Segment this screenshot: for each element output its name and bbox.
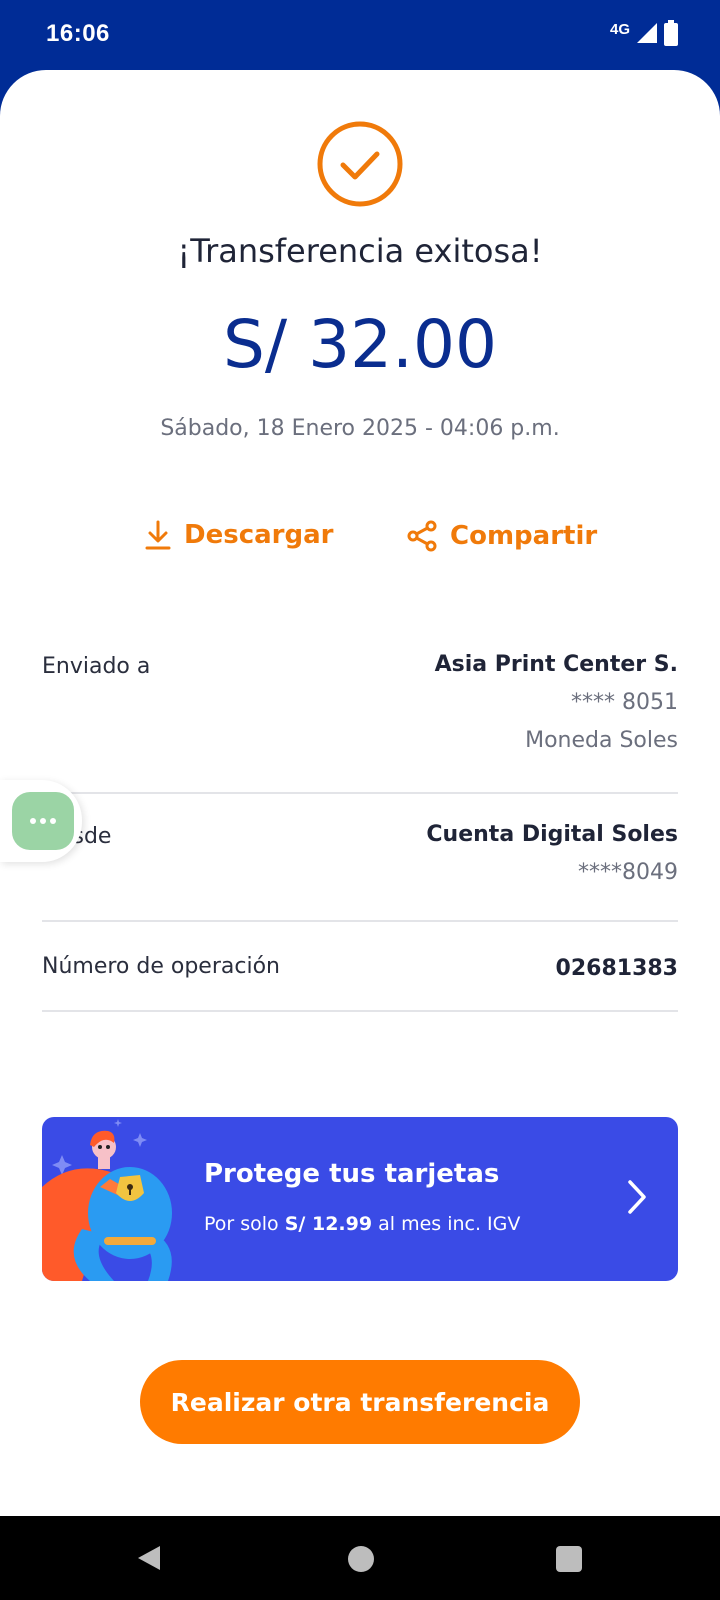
signal-icon xyxy=(637,23,657,43)
network-type: 4G xyxy=(609,20,630,38)
source-account-name: Cuenta Digital Soles xyxy=(426,822,678,847)
promo-banner[interactable]: Protege tus tarjetas Por solo S/ 12.99 a… xyxy=(42,1117,678,1281)
sent-to-row: Enviado a Asia Print Center S. **** 8051… xyxy=(42,652,678,774)
status-icons: 4G xyxy=(610,20,678,46)
system-navigation-bar xyxy=(0,1516,720,1600)
success-check-icon xyxy=(317,121,403,207)
share-button[interactable]: Compartir xyxy=(406,520,597,552)
download-label: Descargar xyxy=(184,520,334,550)
status-bar: 16:06 4G xyxy=(0,0,720,72)
promo-sub-prefix: Por solo xyxy=(204,1213,285,1235)
from-values: Cuenta Digital Soles ****8049 xyxy=(426,816,678,892)
operation-values: 02681383 xyxy=(556,954,678,984)
floating-menu-button[interactable] xyxy=(0,780,82,862)
source-account-number: ****8049 xyxy=(578,860,678,885)
recipient-name: Asia Print Center S. xyxy=(434,652,678,677)
operation-label: Número de operación xyxy=(42,954,280,979)
promo-price: S/ 12.99 xyxy=(284,1213,373,1235)
transfer-date: Sábado, 18 Enero 2025 - 04:06 p.m. xyxy=(160,416,560,441)
divider xyxy=(42,792,678,794)
divider xyxy=(42,920,678,922)
promo-title: Protege tus tarjetas xyxy=(204,1159,500,1189)
battery-icon xyxy=(664,20,678,46)
superhero-illustration xyxy=(42,1119,172,1281)
download-icon xyxy=(145,520,171,550)
success-title: ¡Transferencia exitosa! xyxy=(177,232,543,270)
share-label: Compartir xyxy=(450,521,598,551)
recipient-currency: Moneda Soles xyxy=(525,728,678,753)
sent-to-label: Enviado a xyxy=(42,654,151,679)
status-time: 16:06 xyxy=(46,20,110,47)
receipt-card: ¡Transferencia exitosa! S/ 32.00 Sábado,… xyxy=(0,70,720,1516)
recents-icon[interactable] xyxy=(556,1546,582,1572)
operation-row: Número de operación 02681383 xyxy=(42,954,678,994)
divider xyxy=(42,1010,678,1012)
new-transfer-button[interactable]: Realizar otra transferencia xyxy=(140,1360,580,1444)
chevron-right-icon xyxy=(628,1180,646,1214)
back-icon[interactable] xyxy=(136,1544,162,1572)
recipient-account: **** 8051 xyxy=(571,690,678,715)
more-options-icon xyxy=(12,792,74,850)
operation-number: 02681383 xyxy=(555,956,678,981)
download-button[interactable]: Descargar xyxy=(144,520,333,550)
home-icon[interactable] xyxy=(348,1546,374,1572)
from-row: Desde Cuenta Digital Soles ****8049 xyxy=(42,822,678,904)
promo-subtitle: Por solo S/ 12.99 al mes inc. IGV xyxy=(204,1213,520,1235)
transfer-amount: S/ 32.00 xyxy=(222,306,498,383)
promo-sub-suffix: al mes inc. IGV xyxy=(372,1213,521,1235)
share-icon xyxy=(407,520,437,552)
sent-to-values: Asia Print Center S. **** 8051 Moneda So… xyxy=(435,646,678,760)
